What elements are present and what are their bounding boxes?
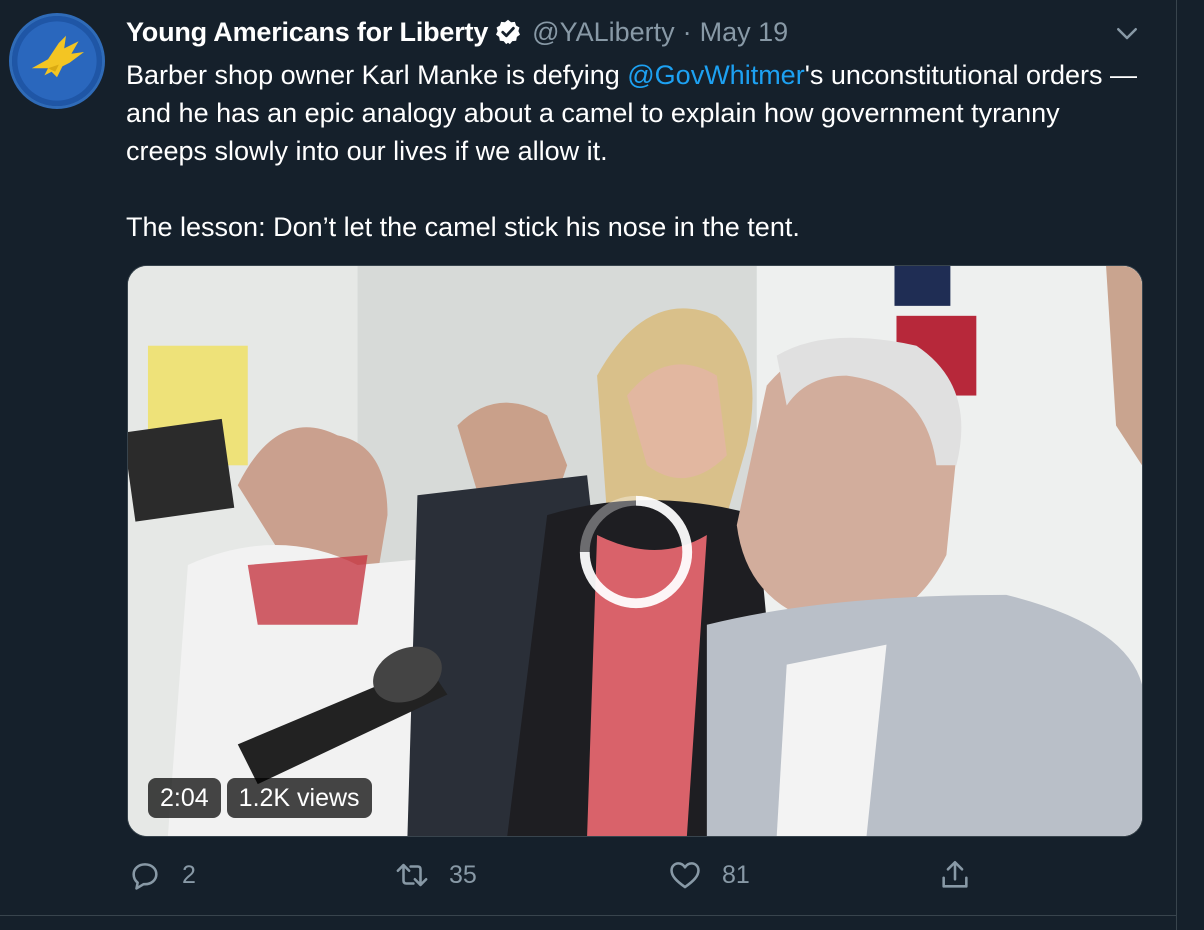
handle[interactable]: @YALiberty: [532, 17, 674, 48]
column-divider: [1176, 0, 1177, 930]
tweet-card[interactable]: Young Americans for Liberty @YALiberty ·…: [0, 0, 1176, 916]
tweet-text: Barber shop owner Karl Manke is defying …: [126, 56, 1146, 246]
like-count: 81: [722, 860, 750, 889]
video-badges: 2:04 1.2K views: [148, 778, 372, 818]
mention-link[interactable]: @GovWhitmer: [627, 60, 804, 90]
share-button[interactable]: [938, 858, 972, 892]
tweet-paragraph-2: The lesson: Don’t let the camel stick hi…: [126, 212, 800, 242]
share-icon: [938, 858, 972, 892]
heart-icon: [668, 858, 702, 892]
text-segment: Barber shop owner Karl Manke is defying: [126, 60, 628, 90]
tweet-date[interactable]: May 19: [700, 17, 789, 48]
retweet-count: 35: [449, 860, 477, 889]
video-duration: 2:04: [148, 778, 221, 818]
eagle-logo-icon: [12, 16, 102, 106]
retweet-icon: [395, 858, 429, 892]
chevron-down-icon[interactable]: [1112, 18, 1142, 48]
like-button[interactable]: 81: [668, 858, 750, 892]
display-name[interactable]: Young Americans for Liberty: [126, 17, 488, 48]
reply-button[interactable]: 2: [128, 858, 196, 892]
action-bar: 2 35 81: [0, 858, 1176, 898]
loading-spinner-icon: [575, 491, 697, 613]
reply-icon: [128, 858, 162, 892]
retweet-button[interactable]: 35: [395, 858, 477, 892]
tweet-paragraph-1: Barber shop owner Karl Manke is defying …: [126, 56, 1146, 170]
separator: ·: [682, 16, 692, 47]
tweet-header: Young Americans for Liberty @YALiberty ·…: [126, 14, 788, 50]
verified-badge-icon: [494, 18, 522, 46]
video-player[interactable]: 2:04 1.2K views: [127, 265, 1143, 837]
video-views: 1.2K views: [226, 778, 372, 818]
avatar[interactable]: [9, 13, 105, 109]
reply-count: 2: [182, 860, 196, 889]
